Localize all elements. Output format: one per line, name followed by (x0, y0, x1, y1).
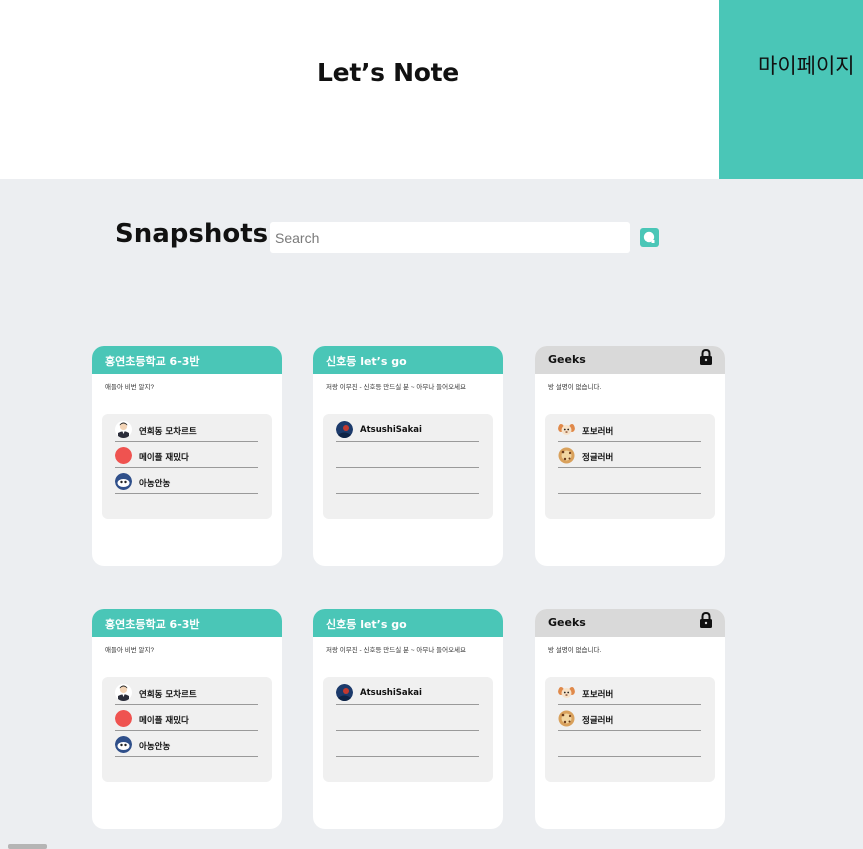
member-row: 포보러버 (558, 415, 701, 442)
card-title: 신호등 let’s go (326, 618, 407, 631)
card-description: 저랑 이무진 - 신호등 만드실 분 ~ 아무나 들어오세요 (326, 384, 467, 391)
snapshot-card-5[interactable]: 신호등 let’s go 저랑 이무진 - 신호등 만드실 분 ~ 아무나 들어오… (313, 609, 503, 829)
snapshot-card-1[interactable]: 홍연초등학교 6-3반애들아 비번 알지? 연희동 모차르트메이플 재밌다아농안농 (92, 346, 282, 566)
photo-avatar (336, 684, 353, 701)
card-header: 신호등 let’s go (313, 609, 503, 637)
member-row: 연희동 모차르트 (115, 415, 258, 442)
card-header: Geeks (535, 609, 725, 637)
card-description: 방 설명이 없습니다. (548, 384, 602, 391)
card-header: 홍연초등학교 6-3반 (92, 609, 282, 637)
member-name: 아농안농 (139, 742, 171, 752)
card-title: Geeks (548, 616, 586, 629)
mypage-label: 마이페이지 (758, 54, 855, 78)
person-avatar (115, 684, 132, 701)
search-button[interactable] (640, 228, 659, 247)
member-name: 정글러버 (582, 716, 614, 726)
photo-avatar (336, 421, 353, 438)
member-row: 아농안농 (115, 730, 258, 757)
mypage-button[interactable]: 마이페이지 (719, 0, 863, 179)
card-title: Geeks (548, 353, 586, 366)
card-description: 애들아 비번 알지? (105, 384, 155, 391)
character-avatar (115, 473, 132, 490)
member-row (336, 704, 479, 731)
section-title: Snapshots (115, 219, 269, 249)
dog-avatar (558, 684, 575, 701)
cookie-avatar (558, 710, 575, 727)
cookie-avatar (558, 447, 575, 464)
card-description: 방 설명이 없습니다. (548, 647, 602, 654)
member-list: AtsushiSakai (323, 677, 493, 782)
member-row: 아농안농 (115, 467, 258, 494)
member-name: 메이플 재밌다 (139, 453, 189, 463)
red-dot-avatar (115, 710, 132, 727)
snapshot-card-3[interactable]: Geeks 방 설명이 없습니다. 포보러버정글러버 (535, 346, 725, 566)
member-row: 메이플 재밌다 (115, 441, 258, 468)
member-list: 연희동 모차르트메이플 재밌다아농안농 (102, 677, 272, 782)
dog-avatar (558, 421, 575, 438)
member-row: 정글러버 (558, 441, 701, 468)
snapshot-card-4[interactable]: 홍연초등학교 6-3반애들아 비번 알지? 연희동 모차르트메이플 재밌다아농안농 (92, 609, 282, 829)
member-name: 포보러버 (582, 690, 614, 700)
member-list: AtsushiSakai (323, 414, 493, 519)
member-list: 연희동 모차르트메이플 재밌다아농안농 (102, 414, 272, 519)
scrollbar-handle[interactable] (8, 844, 47, 849)
search-icon (643, 231, 655, 243)
red-dot-avatar (115, 447, 132, 464)
member-row: AtsushiSakai (336, 678, 479, 705)
snapshot-card-6[interactable]: Geeks 방 설명이 없습니다. 포보러버정글러버 (535, 609, 725, 829)
member-list: 포보러버정글러버 (545, 414, 715, 519)
card-title: 홍연초등학교 6-3반 (105, 355, 200, 368)
lock-icon (699, 348, 713, 370)
card-title: 신호등 let’s go (326, 355, 407, 368)
member-row (336, 467, 479, 494)
member-row (336, 441, 479, 468)
person-avatar (115, 421, 132, 438)
member-name: 포보러버 (582, 427, 614, 437)
member-row: 연희동 모차르트 (115, 678, 258, 705)
member-name: AtsushiSakai (360, 688, 422, 698)
member-name: 아농안농 (139, 479, 171, 489)
card-header: 신호등 let’s go (313, 346, 503, 374)
card-title: 홍연초등학교 6-3반 (105, 618, 200, 631)
member-name: 연희동 모차르트 (139, 690, 197, 700)
card-description: 저랑 이무진 - 신호등 만드실 분 ~ 아무나 들어오세요 (326, 647, 467, 654)
character-avatar (115, 736, 132, 753)
member-row: 포보러버 (558, 678, 701, 705)
member-name: 연희동 모차르트 (139, 427, 197, 437)
member-row: 메이플 재밌다 (115, 704, 258, 731)
app-title: Let’s Note (317, 58, 459, 87)
card-header: Geeks (535, 346, 725, 374)
member-name: AtsushiSakai (360, 425, 422, 435)
card-header: 홍연초등학교 6-3반 (92, 346, 282, 374)
snapshot-card-2[interactable]: 신호등 let’s go 저랑 이무진 - 신호등 만드실 분 ~ 아무나 들어오… (313, 346, 503, 566)
member-row: 정글러버 (558, 704, 701, 731)
lock-icon (699, 611, 713, 633)
search-input[interactable] (270, 222, 630, 253)
member-row (558, 467, 701, 494)
member-row: AtsushiSakai (336, 415, 479, 442)
member-name: 메이플 재밌다 (139, 716, 189, 726)
member-list: 포보러버정글러버 (545, 677, 715, 782)
top-header: Let’s Note 마이페이지 (0, 0, 863, 179)
member-name: 정글러버 (582, 453, 614, 463)
member-row (336, 730, 479, 757)
card-description: 애들아 비번 알지? (105, 647, 155, 654)
member-row (558, 730, 701, 757)
